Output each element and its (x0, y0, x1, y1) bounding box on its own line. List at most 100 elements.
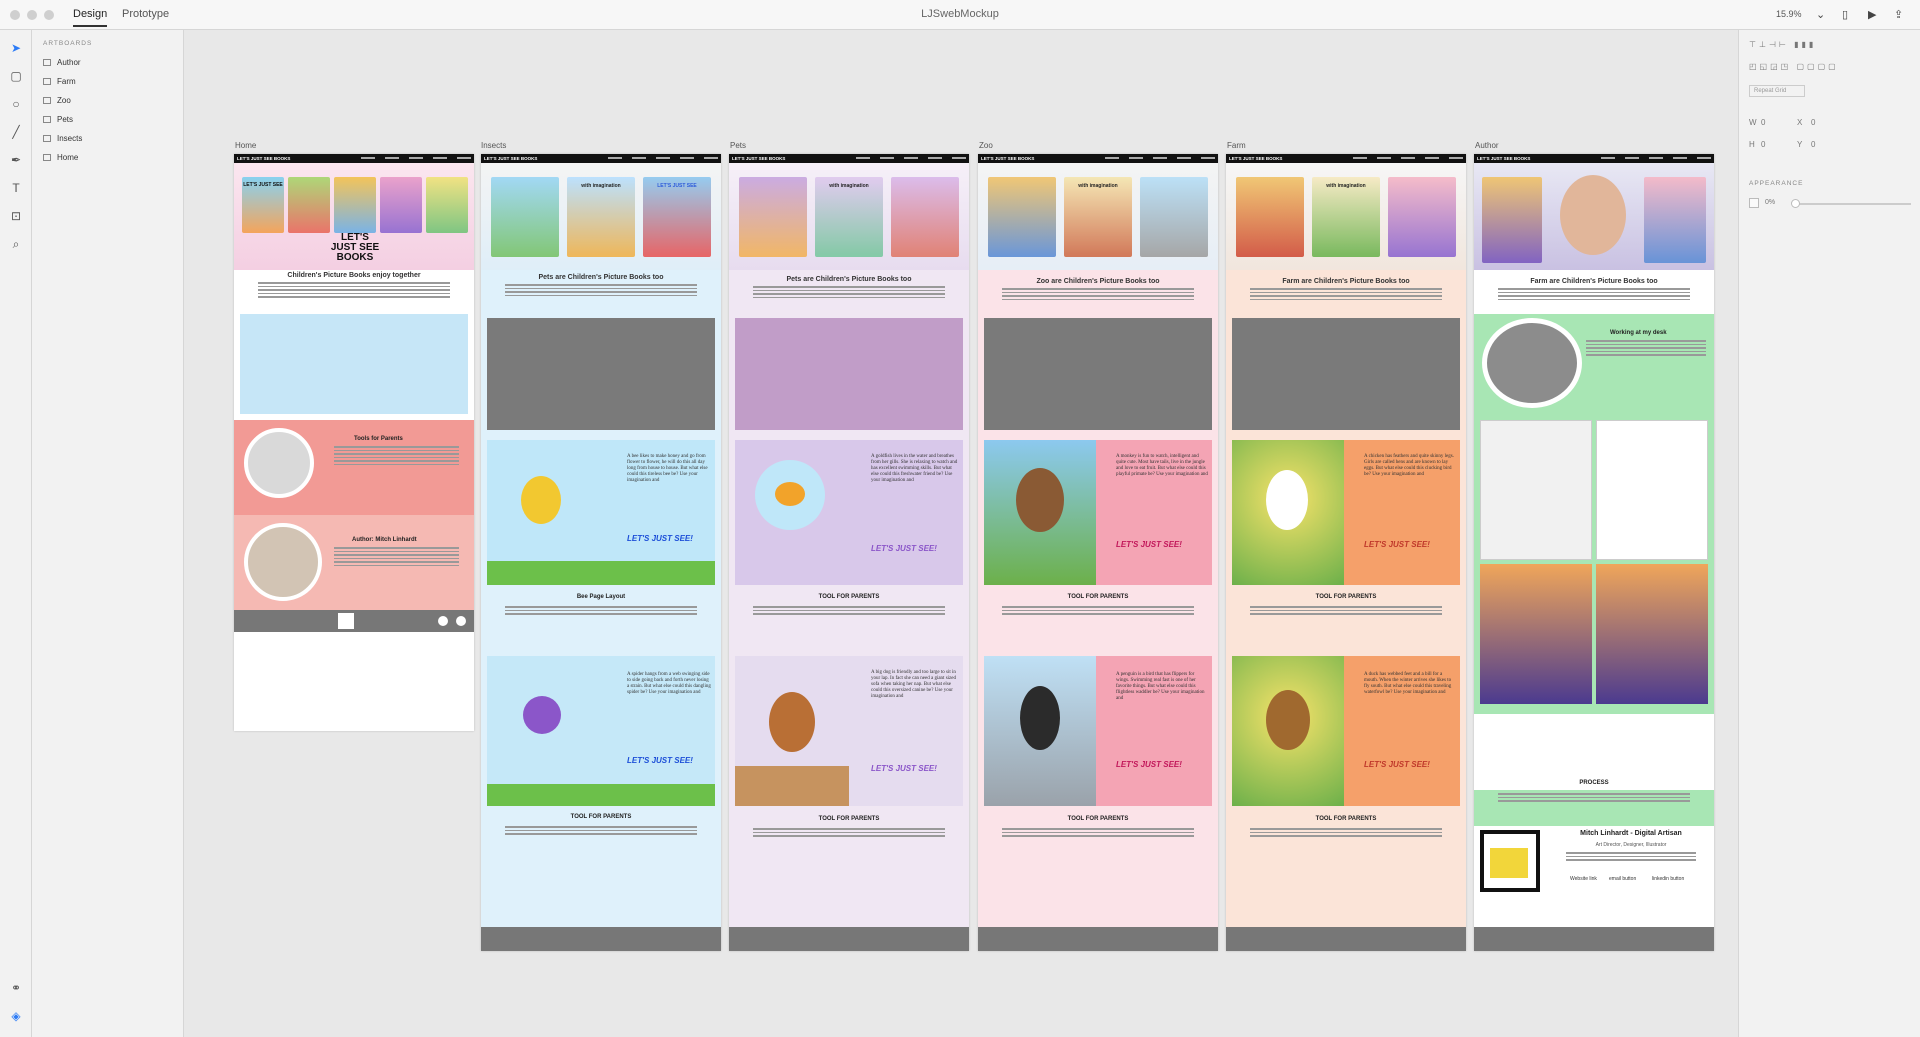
book-cover (380, 177, 422, 233)
website-link[interactable]: Website link (1570, 876, 1597, 882)
body-text (505, 606, 697, 617)
layer-label: Insects (57, 134, 83, 143)
layer-item-author[interactable]: Author (43, 58, 81, 67)
layer-label: Home (57, 153, 79, 162)
boolean-icons[interactable]: ◰◱◲◳ ▢▢▢▢ (1749, 62, 1839, 71)
video-placeholder[interactable] (240, 314, 468, 414)
opacity-value[interactable]: 0% (1765, 199, 1775, 206)
linkedin-button[interactable]: linkedin button (1652, 876, 1684, 882)
line-tool-icon[interactable]: ╱ (8, 124, 24, 140)
color-image[interactable] (1480, 564, 1592, 704)
body-text (1250, 828, 1442, 839)
lineart-image[interactable] (1596, 420, 1708, 560)
tab-design[interactable]: Design (73, 8, 108, 27)
site-header: LET'S JUST SEE BOOKS (1474, 154, 1714, 163)
author-name: Mitch Linhardt - Digital Artisan (1580, 830, 1682, 837)
tab-prototype[interactable]: Prototype (122, 8, 169, 20)
book-cover (288, 177, 330, 233)
body-text (1002, 828, 1194, 839)
artboard-label-author[interactable]: Author (1475, 141, 1499, 150)
qr-code (338, 613, 354, 629)
lets-just-see-logo: LET'S JUST SEE! (1116, 540, 1182, 549)
device-preview-icon[interactable]: ▯ (1842, 8, 1848, 21)
artboard-home[interactable]: LET'S JUST SEE BOOKS LET'S JUST SEE BOOK… (234, 154, 474, 731)
opacity-slider-handle[interactable] (1791, 199, 1800, 208)
artboard-zoo[interactable]: LET'S JUST SEE BOOKS with imagination Zo… (978, 154, 1218, 951)
layer-item-insects[interactable]: Insects (43, 134, 82, 143)
goldfish-spread: A goldfish lives in the water and breath… (735, 440, 963, 585)
x-field[interactable]: 0 (1811, 118, 1815, 127)
final-image[interactable] (1596, 564, 1708, 704)
layer-item-home[interactable]: Home (43, 153, 78, 162)
window-controls[interactable] (10, 10, 54, 20)
brand-logo: LET'S JUST SEE BOOKS (1477, 156, 1531, 161)
video-placeholder[interactable] (1232, 318, 1460, 430)
book-cover (1236, 177, 1304, 257)
sketch-image[interactable] (1480, 420, 1592, 560)
tools-title: Tools for Parents (354, 436, 403, 442)
artboard-label-insects[interactable]: Insects (481, 141, 506, 150)
brand-logo: LET'S JUST SEE BOOKS (981, 156, 1035, 161)
nav-links[interactable] (1105, 157, 1215, 159)
artboard-label-zoo[interactable]: Zoo (979, 141, 993, 150)
artboard-label-pets[interactable]: Pets (730, 141, 746, 150)
artboard-pets[interactable]: LET'S JUST SEE BOOKS with imagination Pe… (729, 154, 969, 951)
nav-links[interactable] (1353, 157, 1463, 159)
body-text (258, 282, 450, 300)
width-field[interactable]: 0 (1761, 118, 1765, 127)
zoom-tool-icon[interactable]: ⌕ (8, 236, 24, 252)
social-icon[interactable] (456, 616, 466, 626)
video-placeholder[interactable] (487, 318, 715, 430)
nav-links[interactable] (361, 157, 471, 159)
social-icon[interactable] (438, 616, 448, 626)
artboard-insects[interactable]: LET'S JUST SEE BOOKS with imagination LE… (481, 154, 721, 951)
email-button[interactable]: email button (1609, 876, 1636, 882)
video-placeholder[interactable] (735, 318, 963, 430)
artboard-farm[interactable]: LET'S JUST SEE BOOKS with imagination Fa… (1226, 154, 1466, 951)
ellipse-tool-icon[interactable]: ○ (8, 96, 24, 112)
width-label: W (1749, 118, 1757, 127)
page-heading: Farm are Children's Picture Books too (1530, 278, 1658, 285)
layer-item-zoo[interactable]: Zoo (43, 96, 71, 105)
nav-links[interactable] (856, 157, 966, 159)
assets-icon[interactable]: ⚭ (8, 980, 24, 996)
repeat-grid-button[interactable]: Repeat Grid (1749, 85, 1805, 97)
book-cover (1140, 177, 1208, 257)
character-art (1644, 177, 1706, 263)
artboard-label-home[interactable]: Home (235, 141, 256, 150)
share-icon[interactable]: ⇪ (1894, 8, 1903, 21)
align-icons[interactable]: ⊤⊥⊣⊢ ▮▮▮ (1749, 40, 1816, 49)
hero-logo: LET'S JUST SEE BOOKS (330, 232, 380, 263)
nav-links[interactable] (1601, 157, 1711, 159)
artboard-icon (43, 154, 51, 161)
chevron-down-icon[interactable]: ⌄ (1816, 8, 1825, 21)
play-icon[interactable]: ▶ (1868, 8, 1876, 21)
artboard-tool-icon[interactable]: ⊡ (8, 208, 24, 224)
y-field[interactable]: 0 (1811, 140, 1815, 149)
text-tool-icon[interactable]: T (8, 180, 24, 196)
layer-item-pets[interactable]: Pets (43, 115, 73, 124)
lets-just-see-logo: LET'S JUST SEE! (1364, 760, 1430, 769)
select-tool-icon[interactable]: ➤ (8, 40, 24, 56)
site-footer (234, 610, 474, 632)
canvas[interactable]: Home LET'S JUST SEE BOOKS LET'S JUST SEE… (184, 30, 1738, 1037)
spider-illustration (523, 696, 561, 734)
author-photo (244, 523, 322, 601)
pen-tool-icon[interactable]: ✒ (8, 152, 24, 168)
height-field[interactable]: 0 (1761, 140, 1765, 149)
dog-illustration (769, 692, 815, 752)
cover-title: with imagination (1326, 183, 1366, 189)
layer-item-farm[interactable]: Farm (43, 77, 76, 86)
opacity-slider[interactable] (1793, 203, 1911, 205)
brand-logo: LET'S JUST SEE BOOKS (237, 156, 291, 161)
artboard-author[interactable]: LET'S JUST SEE BOOKS Farm are Children's… (1474, 154, 1714, 951)
video-placeholder[interactable] (984, 318, 1212, 430)
artboard-label-farm[interactable]: Farm (1227, 141, 1246, 150)
rectangle-tool-icon[interactable]: ▢ (8, 68, 24, 84)
body-text (1002, 288, 1194, 302)
nav-links[interactable] (608, 157, 718, 159)
grass (487, 784, 715, 806)
body-text (1250, 606, 1442, 617)
zoom-level[interactable]: 15.9% (1776, 9, 1802, 19)
layers-icon[interactable]: ◈ (8, 1008, 24, 1024)
